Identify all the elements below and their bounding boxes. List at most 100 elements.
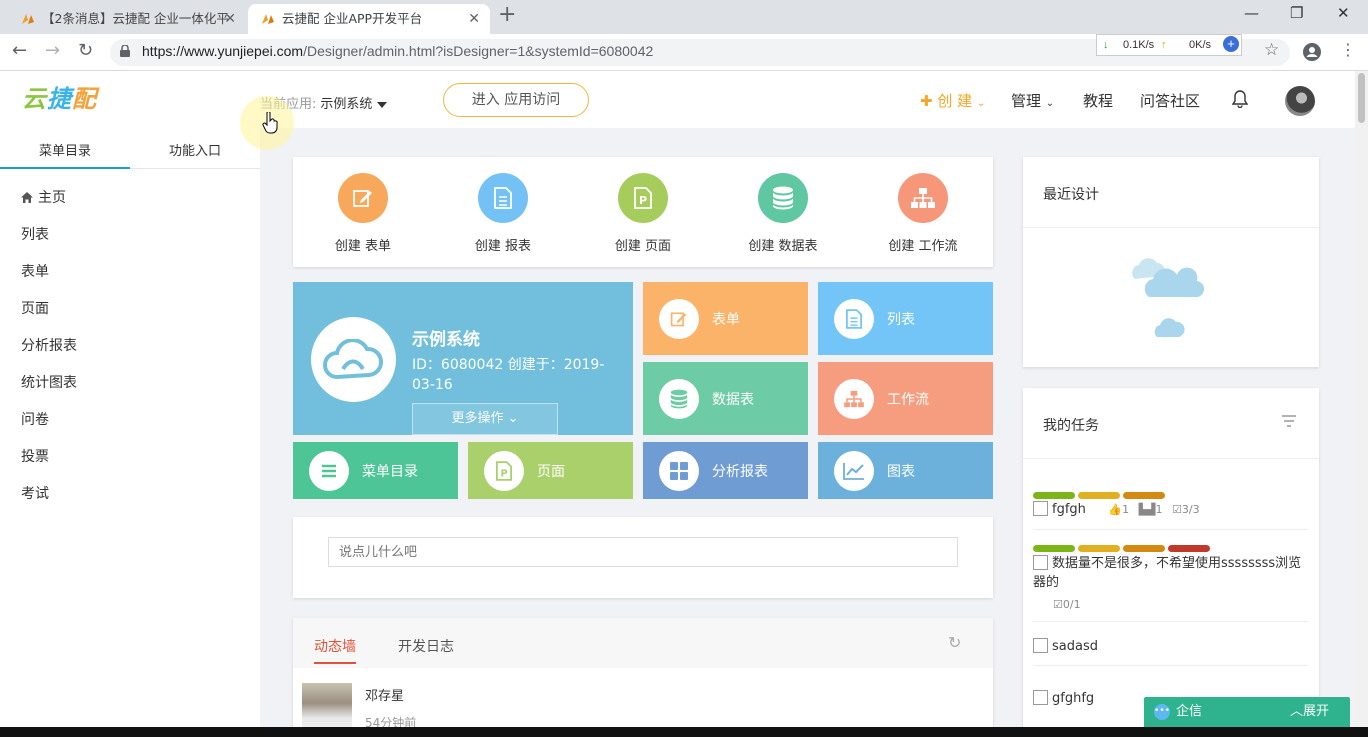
tab-title: 【2条消息】云捷配 企业一体化平 xyxy=(42,11,229,26)
sidebar-item-form[interactable]: 表单 xyxy=(0,260,260,297)
recent-design-card: 最近设计 xyxy=(1023,157,1319,367)
manage-menu[interactable]: 管理 ⌄ xyxy=(1011,90,1054,111)
task-name: fgfgh xyxy=(1052,502,1086,517)
tab-dev-log[interactable]: 开发日志 xyxy=(398,636,454,656)
line-chart-icon xyxy=(834,450,874,491)
browser-tab-strip: 【2条消息】云捷配 企业一体化平 ✕ 云捷配 企业APP开发平台 ✕ + — ❐… xyxy=(0,0,1368,34)
net-down-rate: 0.1K/s xyxy=(1123,39,1155,51)
page-scrollbar[interactable] xyxy=(1355,71,1368,727)
browser-menu-icon[interactable]: ⋮ xyxy=(1340,40,1356,59)
url-text: https://www.yunjiepei.com/Designer/admin… xyxy=(142,43,653,59)
tab-function-entry[interactable]: 功能入口 xyxy=(130,140,260,159)
community-link[interactable]: 问答社区 xyxy=(1140,90,1200,111)
chevron-down-icon: ⌄ xyxy=(1045,98,1055,109)
author-avatar[interactable] xyxy=(302,683,352,733)
tile-label: 数据表 xyxy=(712,391,754,408)
create-workflow-label: 创建 工作流 xyxy=(888,239,958,254)
browser-tab-active[interactable]: 云捷配 企业APP开发平台 ✕ xyxy=(248,4,490,34)
tile-analysis-report[interactable]: 分析报表 xyxy=(643,442,808,499)
task-name: 数据量不是很多，不希望使用ssssssss浏览器的 xyxy=(1033,556,1302,590)
create-form-button[interactable]: 创建 表单 xyxy=(298,173,428,254)
create-report-button[interactable]: 创建 报表 xyxy=(438,173,568,254)
grid-icon xyxy=(659,450,699,491)
task-checkbox[interactable] xyxy=(1033,501,1048,516)
sidebar-menu: 主页 列表 表单 页面 分析报表 统计图表 问卷 投票 考试 xyxy=(0,186,260,519)
sidebar-item-survey[interactable]: 问卷 xyxy=(0,408,260,445)
extension-plus-icon[interactable]: + xyxy=(1223,36,1239,52)
bookmark-star-icon[interactable]: ☆ xyxy=(1264,40,1279,60)
task-item[interactable]: sadasd xyxy=(1033,638,1308,666)
sidebar-item-vote[interactable]: 投票 xyxy=(0,445,260,482)
refresh-icon[interactable]: ↻ xyxy=(948,633,961,652)
feed-author[interactable]: 邓存星 xyxy=(365,685,404,704)
tab-menu-directory[interactable]: 菜单目录 xyxy=(0,140,130,159)
window-close-icon[interactable]: ✕ xyxy=(1337,4,1350,22)
sidebar-item-stat-chart[interactable]: 统计图表 xyxy=(0,371,260,408)
new-tab-button[interactable]: + xyxy=(498,2,516,27)
tile-list[interactable]: 列表 xyxy=(818,282,993,355)
create-menu[interactable]: ✚ 创 建 ⌄ xyxy=(920,90,985,111)
tag-bar xyxy=(1078,492,1120,499)
app-header: 云捷配 当前应用: 示例系统 进入 应用访问 ✚ 创 建 ⌄ 管理 ⌄ 教程 问答… xyxy=(0,71,1355,128)
sidebar-item-exam[interactable]: 考试 xyxy=(0,482,260,519)
restore-icon[interactable]: ❐ xyxy=(1290,4,1303,22)
filter-list-icon[interactable] xyxy=(1281,414,1297,428)
enter-app-button[interactable]: 进入 应用访问 xyxy=(443,83,589,117)
tile-label: 表单 xyxy=(712,311,740,328)
tile-menu-directory[interactable]: 菜单目录 xyxy=(293,442,458,499)
reload-icon[interactable]: ↻ xyxy=(78,40,93,61)
svg-text:P: P xyxy=(639,194,647,207)
tile-chart[interactable]: 图表 xyxy=(818,442,993,499)
forward-arrow-icon[interactable]: → xyxy=(45,40,60,61)
yunjiepei-logo[interactable]: 云捷配 xyxy=(22,79,97,114)
tag-bar xyxy=(1078,545,1120,552)
sidebar-item-page[interactable]: 页面 xyxy=(0,297,260,334)
database-icon xyxy=(659,378,699,419)
tile-form[interactable]: 表单 xyxy=(643,282,808,355)
logo-char: 云 xyxy=(22,85,47,113)
yunjiepei-favicon-icon xyxy=(262,14,274,24)
scrollbar-thumb[interactable] xyxy=(1358,73,1365,123)
task-checkbox[interactable] xyxy=(1033,638,1048,653)
net-speed-widget: ↓ 0.1K/s ↑ 0K/s + xyxy=(1096,34,1242,56)
upload-arrow-icon: ↑ xyxy=(1161,39,1167,51)
tab-activity-wall[interactable]: 动态墙 xyxy=(314,636,356,656)
minimize-icon[interactable]: — xyxy=(1244,4,1259,22)
create-workflow-button[interactable]: 创建 工作流 xyxy=(858,173,988,254)
os-taskbar xyxy=(0,727,1368,737)
back-arrow-icon[interactable]: ← xyxy=(12,40,27,61)
create-page-button[interactable]: P 创建 页面 xyxy=(578,173,708,254)
profile-icon[interactable] xyxy=(1303,43,1321,61)
tile-page[interactable]: P 页面 xyxy=(468,442,633,499)
chat-bubble-icon: ••• xyxy=(1154,704,1170,720)
create-page-label: 创建 页面 xyxy=(614,239,672,254)
database-icon xyxy=(758,173,808,223)
tile-datatable[interactable]: 数据表 xyxy=(643,362,808,435)
recent-design-title: 最近设计 xyxy=(1043,187,1099,203)
create-form-label: 创建 表单 xyxy=(334,239,392,254)
sidebar-item-home[interactable]: 主页 xyxy=(0,186,260,223)
post-input[interactable] xyxy=(328,537,958,567)
task-item[interactable]: 数据量不是很多，不希望使用ssssssss浏览器的 ☑0/1 xyxy=(1033,540,1308,622)
task-checkbox[interactable] xyxy=(1033,555,1048,570)
user-avatar[interactable] xyxy=(1285,86,1315,116)
task-checkbox[interactable] xyxy=(1033,690,1048,705)
create-datatable-button[interactable]: 创建 数据表 xyxy=(718,173,848,254)
more-actions-button[interactable]: 更多操作 ⌄ xyxy=(412,403,558,435)
tab-close-icon[interactable]: ✕ xyxy=(224,4,236,34)
task-item[interactable]: fgfgh 👍1 ▙▟1 ☑3/3 xyxy=(1033,487,1308,530)
feed-card: 动态墙 开发日志 ↻ 邓存星 54分钟前 xyxy=(293,618,993,737)
active-tab-underline xyxy=(0,167,130,169)
tutorial-link[interactable]: 教程 xyxy=(1083,90,1113,111)
tab-close-icon[interactable]: ✕ xyxy=(468,4,480,34)
sidebar-item-analysis-report[interactable]: 分析报表 xyxy=(0,334,260,371)
active-tab-underline xyxy=(314,662,356,664)
sidebar-item-list[interactable]: 列表 xyxy=(0,223,260,260)
browser-tab[interactable]: 【2条消息】云捷配 企业一体化平 ✕ xyxy=(8,4,246,34)
bell-icon[interactable] xyxy=(1232,90,1248,108)
qixin-chat-bar[interactable]: ••• 企信 ︿展开 xyxy=(1144,697,1350,727)
create-report-label: 创建 报表 xyxy=(474,239,532,254)
qixin-expand[interactable]: ︿展开 xyxy=(1290,697,1329,727)
tile-workflow[interactable]: 工作流 xyxy=(818,362,993,435)
sidebar-tabs: 菜单目录 功能入口 xyxy=(0,128,260,169)
